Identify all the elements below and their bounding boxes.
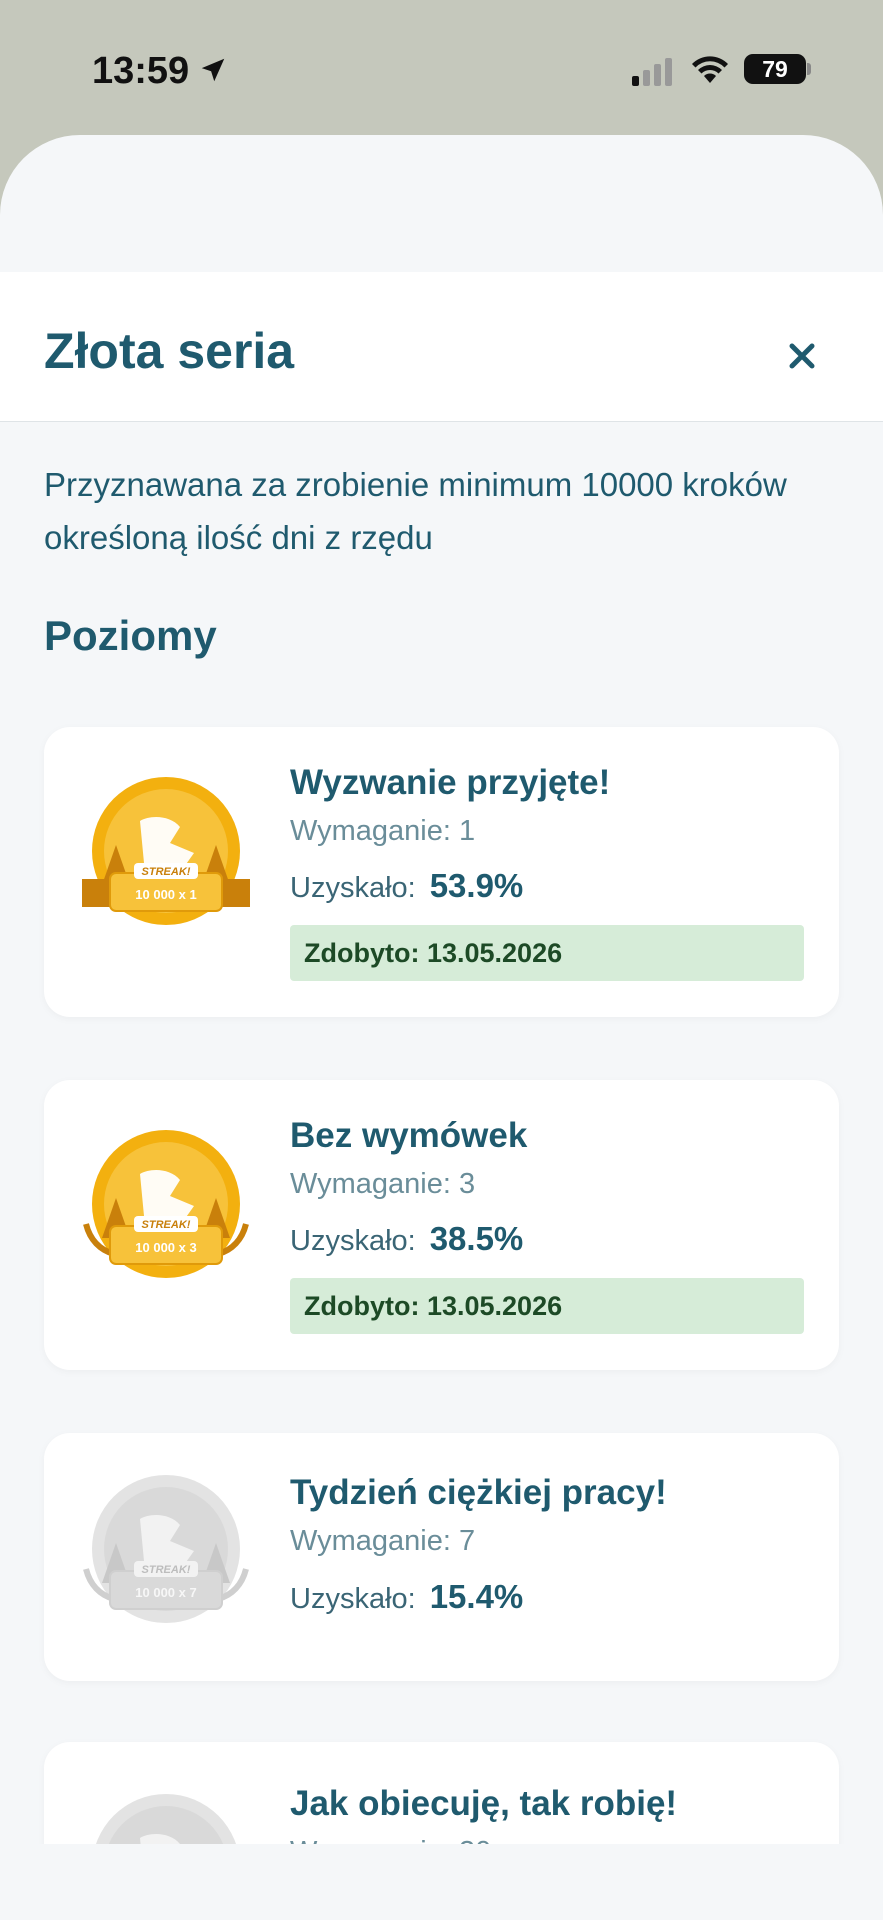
level-card[interactable]: STREAK! 10 000 x 1 Wyzwanie przyjęte! Wy… [44,727,839,1017]
location-arrow-icon [201,58,225,82]
level-requirement: Wymaganie: 30 [290,1836,491,1844]
level-card[interactable]: Jak obiecuję, tak robię! Wymaganie: 30 [44,1742,839,1844]
level-title: Wyzwanie przyjęte! [290,763,611,802]
battery-icon: 79 [744,54,806,84]
level-title: Jak obiecuję, tak robię! [290,1784,678,1823]
badge-count-label: 10 000 x 7 [135,1585,196,1600]
bottom-safe-area [0,1844,883,1920]
level-achieved: Uzyskało: 15.4% [290,1578,523,1616]
badge-count-label: 10 000 x 1 [135,887,196,902]
badge-count-label: 10 000 x 3 [135,1240,196,1255]
gold-badge-icon: STREAK! 10 000 x 3 [83,1130,249,1278]
badge-streak-label: STREAK! [142,1564,191,1576]
levels-list[interactable]: STREAK! 10 000 x 1 Wyzwanie przyjęte! Wy… [0,272,883,1844]
achieved-percent: 38.5% [429,1220,524,1257]
battery-cap [807,63,811,75]
gold-badge-icon: STREAK! 10 000 x 1 [82,777,250,925]
earned-date-badge: Zdobyto: 13.05.2026 [290,925,804,981]
level-requirement: Wymaganie: 3 [290,1168,476,1200]
achieved-percent: 53.9% [429,867,524,904]
locked-badge-icon [96,1794,236,1844]
achieved-label: Uzyskało: [290,1583,416,1615]
badge-streak-label: STREAK! [142,1219,191,1231]
achieved-label: Uzyskało: [290,872,416,904]
badge-streak-label: STREAK! [142,866,191,878]
locked-badge-icon: STREAK! 10 000 x 7 [83,1475,249,1623]
level-requirement: Wymaganie: 7 [290,1525,476,1557]
achieved-label: Uzyskało: [290,1225,416,1257]
level-achieved: Uzyskało: 53.9% [290,867,523,905]
status-bar: 13:59 79 [0,0,883,140]
bottom-sheet: Złota seria Przyznawana za zrobienie min… [0,272,883,1920]
cellular-signal-icon [632,58,672,86]
level-achieved: Uzyskało: 38.5% [290,1220,523,1258]
level-card[interactable]: STREAK! 10 000 x 3 Bez wymówek Wymaganie… [44,1080,839,1370]
level-title: Bez wymówek [290,1116,528,1155]
battery-level: 79 [762,56,788,82]
level-title: Tydzień ciężkiej pracy! [290,1473,667,1512]
sheet-backdrop [0,135,883,295]
wifi-icon [692,56,728,83]
clock: 13:59 [92,50,190,92]
earned-date-badge: Zdobyto: 13.05.2026 [290,1278,804,1334]
achieved-percent: 15.4% [429,1578,524,1615]
level-card[interactable]: STREAK! 10 000 x 7 Tydzień ciężkiej prac… [44,1433,839,1681]
level-requirement: Wymaganie: 1 [290,815,476,847]
